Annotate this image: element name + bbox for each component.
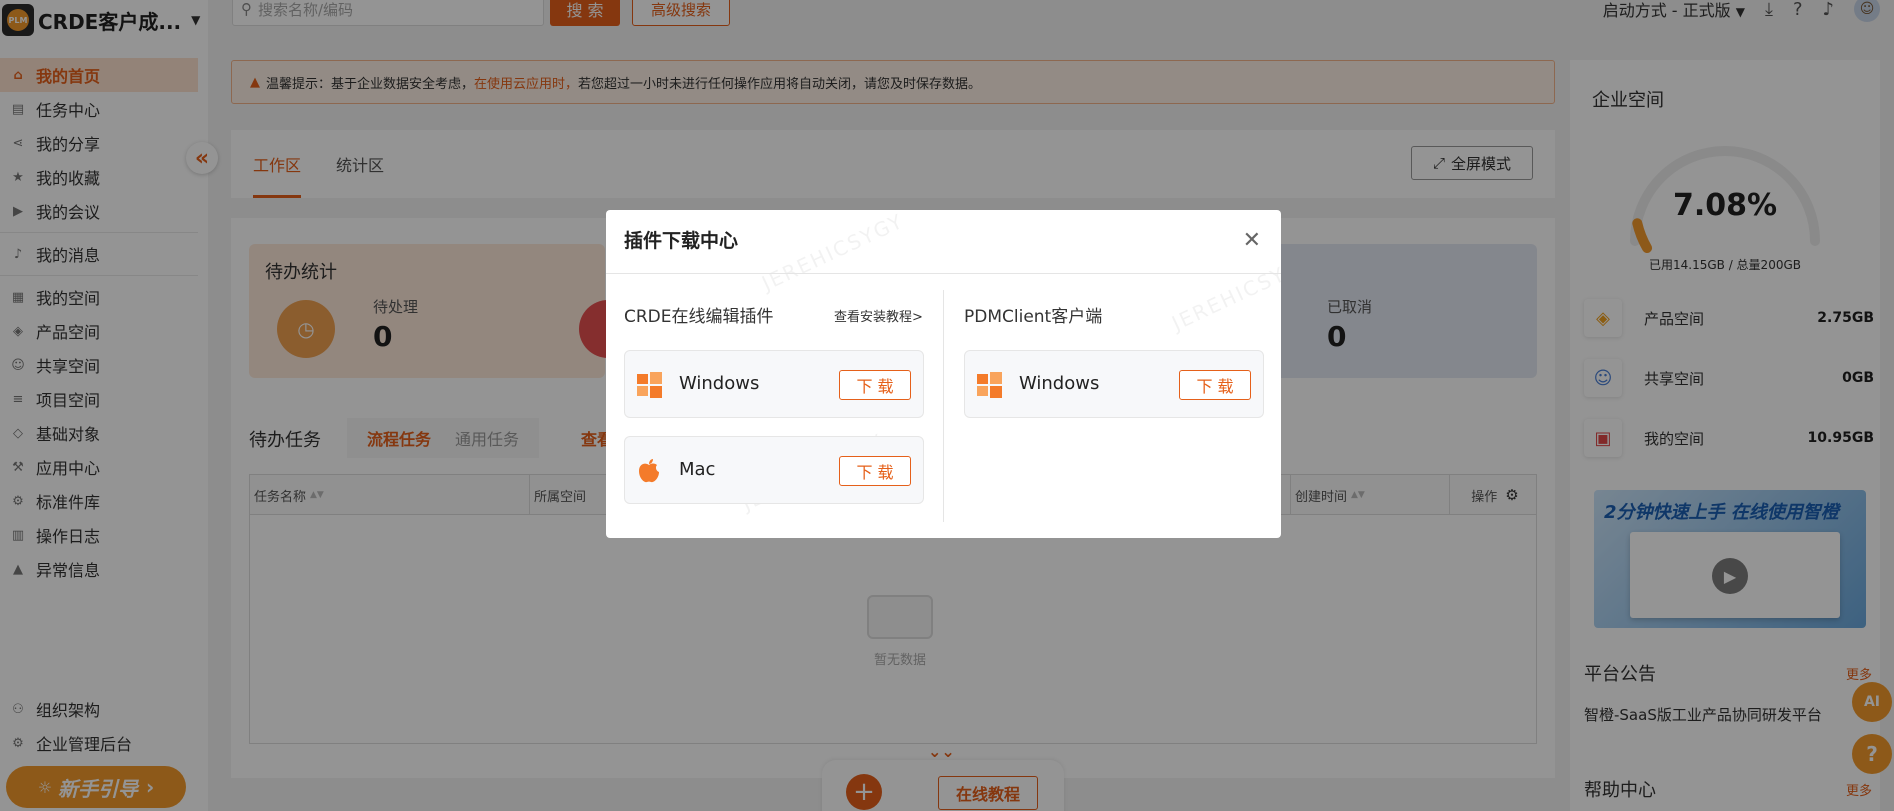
download-button[interactable]: 下 载 bbox=[1179, 370, 1251, 400]
plugin-crde-mac: Mac 下 载 bbox=[624, 436, 924, 504]
dialog-header: 插件下载中心 ✕ bbox=[606, 210, 1281, 274]
windows-icon bbox=[977, 372, 1002, 398]
apple-icon bbox=[639, 459, 659, 483]
plugin-crde-windows: Windows 下 载 bbox=[624, 350, 924, 418]
dialog-title: 插件下载中心 bbox=[624, 230, 739, 252]
download-button[interactable]: 下 载 bbox=[839, 456, 911, 486]
plugin-pdmclient-windows: Windows 下 载 bbox=[964, 350, 1264, 418]
plugin-download-dialog: JEREHICSYGY JEREHICSYGY JEREHICSYGY 插件下载… bbox=[606, 210, 1281, 538]
install-guide-link[interactable]: 查看安装教程> bbox=[834, 306, 923, 325]
windows-icon bbox=[637, 372, 662, 398]
pdmclient-title: PDMClient客户端 bbox=[964, 307, 1103, 327]
close-icon[interactable]: ✕ bbox=[1243, 228, 1261, 253]
crde-plugin-title: CRDE在线编辑插件 bbox=[624, 307, 774, 327]
column-divider bbox=[943, 290, 944, 522]
download-button[interactable]: 下 载 bbox=[839, 370, 911, 400]
